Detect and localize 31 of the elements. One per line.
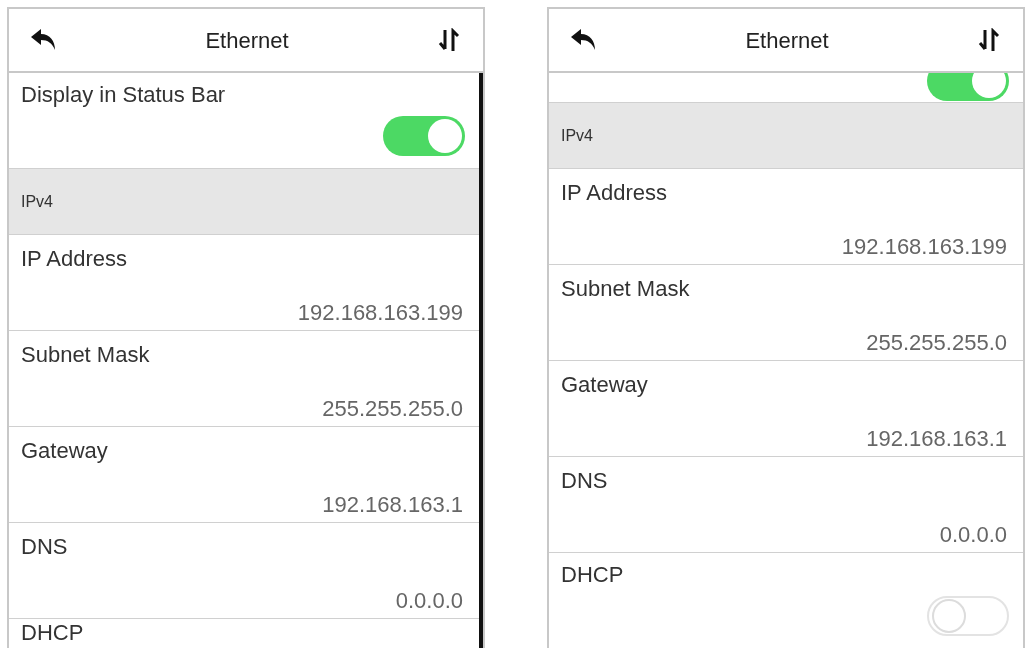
setting-label: DHCP bbox=[21, 620, 84, 645]
setting-label: DNS bbox=[561, 467, 608, 495]
setting-value: 255.255.255.0 bbox=[322, 394, 463, 422]
section-header: IPv4 bbox=[549, 103, 1023, 169]
setting-label: IP Address bbox=[21, 245, 127, 273]
back-arrow-icon[interactable] bbox=[571, 29, 597, 51]
back-arrow-icon[interactable] bbox=[31, 29, 57, 51]
setting-label: Subnet Mask bbox=[21, 341, 150, 369]
setting-value: 192.168.163.1 bbox=[322, 490, 463, 518]
setting-label: DNS bbox=[21, 533, 68, 561]
setting-label: Subnet Mask bbox=[561, 275, 690, 303]
screen-title: Ethernet bbox=[205, 26, 289, 55]
sort-arrows-icon[interactable] bbox=[977, 28, 1001, 52]
toggle-switch[interactable] bbox=[927, 596, 1009, 636]
setting-label: DHCP bbox=[561, 561, 625, 589]
setting-label: IP Address bbox=[561, 179, 667, 207]
setting-value: 0.0.0.0 bbox=[939, 520, 1007, 548]
setting-value: 0.0.0.0 bbox=[395, 586, 463, 614]
toggle-switch[interactable] bbox=[927, 73, 1009, 101]
setting-value: 192.168.163.199 bbox=[841, 232, 1007, 260]
toggle-switch[interactable] bbox=[383, 116, 465, 156]
scrollbar[interactable] bbox=[479, 73, 483, 648]
section-header: IPv4 bbox=[9, 169, 479, 235]
setting-label: Gateway bbox=[21, 437, 108, 465]
setting-value: 192.168.163.199 bbox=[297, 298, 463, 326]
setting-value: 192.168.163.1 bbox=[866, 424, 1007, 452]
setting-value: 255.255.255.0 bbox=[866, 328, 1007, 356]
setting-label: Gateway bbox=[561, 371, 648, 399]
setting-label: Display in Status Bar bbox=[21, 81, 227, 109]
screen-title: Ethernet bbox=[745, 26, 829, 55]
sort-arrows-icon[interactable] bbox=[437, 28, 461, 52]
